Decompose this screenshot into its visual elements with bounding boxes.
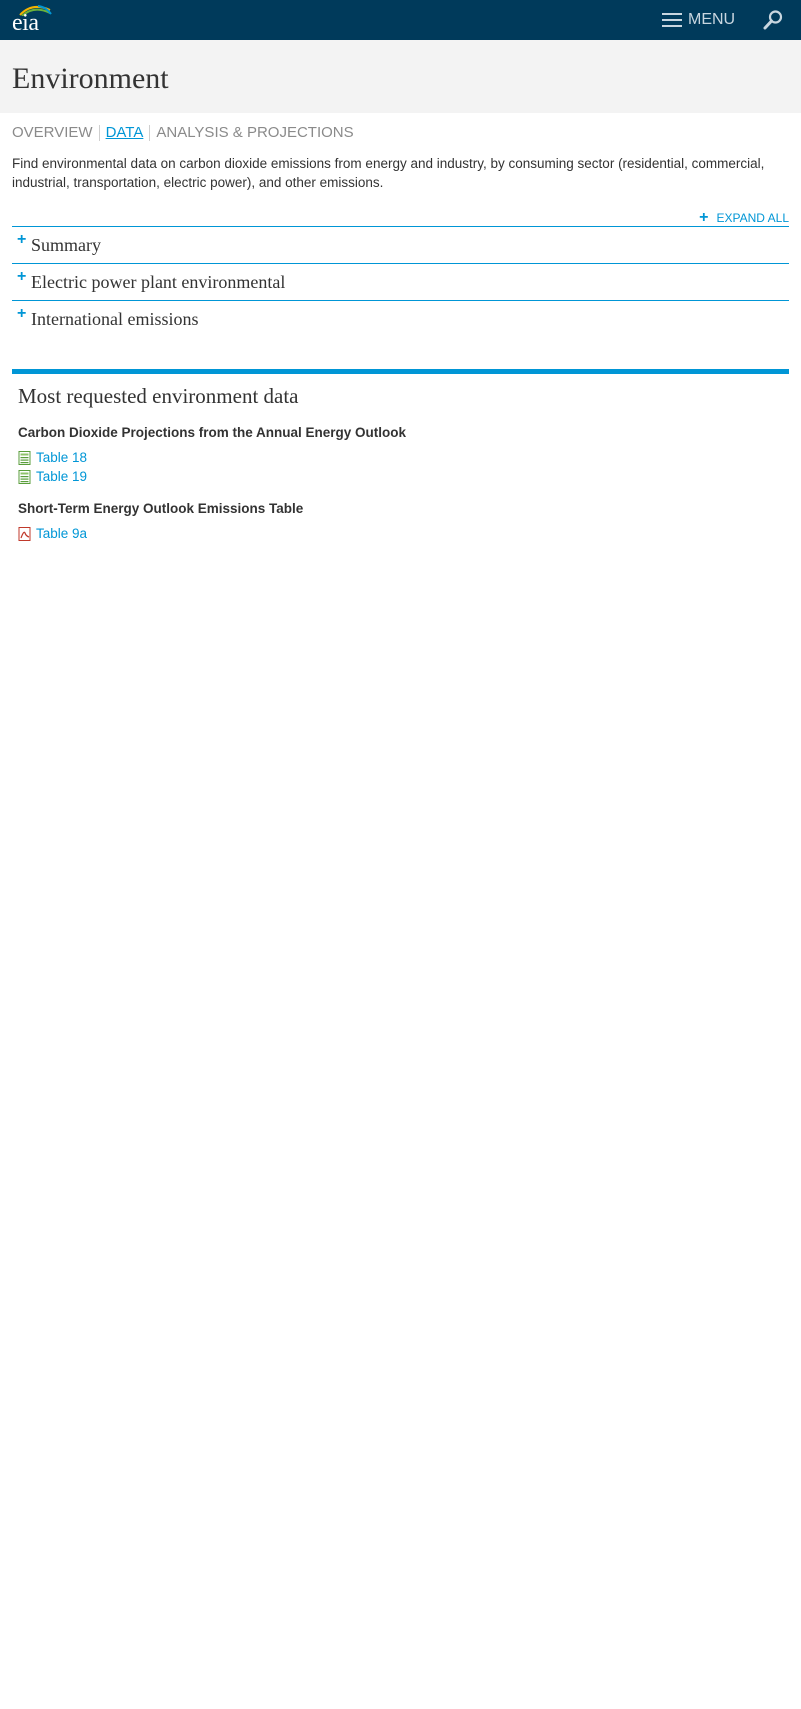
expand-plus-icon: +	[17, 231, 27, 248]
group-title-steo-emissions: Short-Term Energy Outlook Emissions Tabl…	[18, 501, 304, 516]
plus-icon: +	[699, 209, 709, 226]
link-list: Table 9a	[18, 524, 789, 543]
link-table-19[interactable]: Table 19	[36, 469, 87, 484]
excel-file-icon	[18, 469, 31, 484]
link-table-18[interactable]: Table 18	[36, 450, 87, 465]
tab-data[interactable]: DATA	[106, 124, 144, 141]
link-table-9a[interactable]: Table 9a	[36, 526, 87, 541]
accordion-label: International emissions	[31, 308, 199, 329]
most-requested-title: Most requested environment data	[18, 384, 299, 408]
page-title: Environment	[12, 62, 169, 95]
top-navigation-bar: eia MENU	[0, 0, 801, 40]
search-icon	[763, 10, 783, 30]
accordion-item-electric-power-plant[interactable]: + Electric power plant environmental	[12, 264, 789, 301]
accordion-item-summary[interactable]: + Summary	[12, 227, 789, 264]
link-list: Table 18 Table 19	[18, 448, 789, 486]
section-tabs: OVERVIEW DATA ANALYSIS & PROJECTIONS	[12, 124, 354, 141]
eia-logo[interactable]: eia	[12, 4, 52, 36]
list-item: Table 9a	[18, 524, 789, 543]
tab-overview[interactable]: OVERVIEW	[12, 124, 93, 141]
list-item: Table 19	[18, 467, 789, 486]
logo-text: eia	[12, 10, 39, 36]
expand-all-label: EXPAND ALL	[716, 211, 789, 225]
intro-text: Find environmental data on carbon dioxid…	[12, 156, 765, 190]
tab-analysis-projections[interactable]: ANALYSIS & PROJECTIONS	[156, 124, 353, 141]
group-title-co2-projections: Carbon Dioxide Projections from the Annu…	[18, 425, 407, 440]
pdf-file-icon	[18, 526, 31, 541]
data-accordion: + Summary + Electric power plant environ…	[12, 226, 789, 337]
accordion-item-international-emissions[interactable]: + International emissions	[12, 301, 789, 337]
accordion-label: Electric power plant environmental	[31, 271, 286, 292]
list-item: Table 18	[18, 448, 789, 467]
menu-button[interactable]: MENU	[662, 8, 735, 32]
search-button[interactable]	[762, 9, 784, 31]
accordion-label: Summary	[31, 234, 101, 255]
excel-file-icon	[18, 450, 31, 465]
tab-divider	[98, 124, 100, 141]
expand-plus-icon: +	[17, 305, 27, 322]
most-requested-section: Most requested environment data Carbon D…	[12, 369, 789, 543]
expand-all-button[interactable]: + EXPAND ALL	[699, 209, 789, 226]
expand-plus-icon: +	[17, 268, 27, 285]
hamburger-icon	[662, 13, 682, 27]
tab-divider	[149, 124, 151, 141]
page-header: Environment	[0, 40, 801, 113]
menu-label: MENU	[688, 11, 736, 28]
